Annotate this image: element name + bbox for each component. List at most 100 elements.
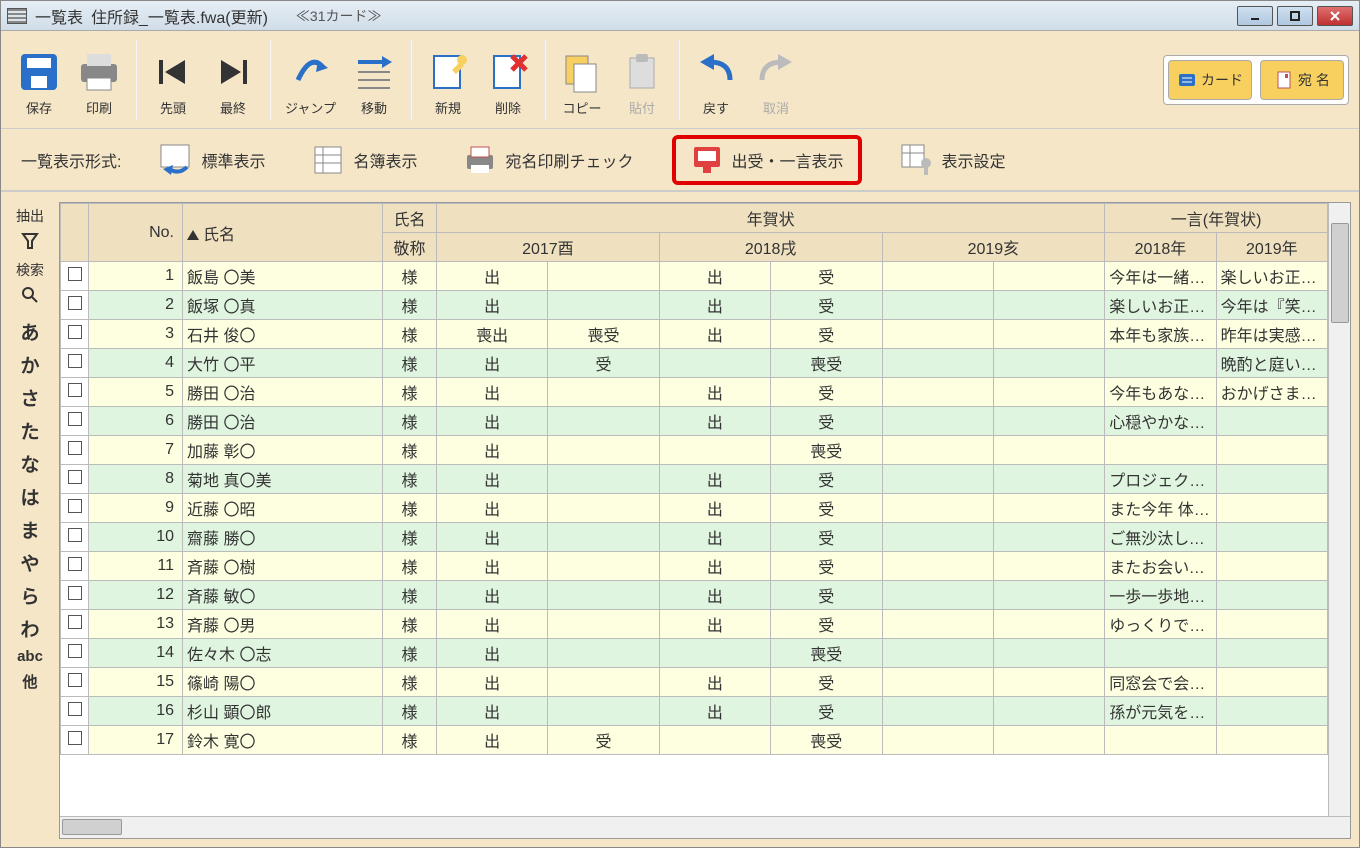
- table-row[interactable]: 14佐々木 〇志様出喪受: [61, 639, 1328, 668]
- table-row[interactable]: 9近藤 〇昭様出出受また今年 体重が増えま...: [61, 494, 1328, 523]
- col-2018[interactable]: 2018戌: [659, 233, 882, 262]
- save-icon: [17, 50, 61, 94]
- table-row[interactable]: 4大竹 〇平様出受喪受晩酌と庭いじりが最近の...: [61, 349, 1328, 378]
- filter-icon[interactable]: [21, 232, 39, 254]
- kana-ら[interactable]: ら: [20, 582, 39, 609]
- table-row[interactable]: 8菊地 真〇美様出出受プロジェクトの成功に向...: [61, 465, 1328, 494]
- redo-button[interactable]: 取消: [748, 39, 804, 121]
- col-name[interactable]: 氏名: [183, 204, 383, 262]
- row-check[interactable]: [61, 465, 89, 494]
- row-check[interactable]: [61, 320, 89, 349]
- table-row[interactable]: 5勝田 〇治様出出受今年もあなたらく、素敵...おかげさまで元気にして...: [61, 378, 1328, 407]
- horizontal-scrollbar[interactable]: [60, 816, 1350, 838]
- cell-name: 篠崎 陽〇: [183, 668, 383, 697]
- cell-no: 5: [89, 378, 183, 407]
- cell-2017-out: 出: [437, 465, 548, 494]
- standard-view-button[interactable]: 標準表示: [151, 139, 273, 181]
- table-row[interactable]: 7加藤 彰〇様出喪受: [61, 436, 1328, 465]
- row-check[interactable]: [61, 581, 89, 610]
- kana-あ[interactable]: あ: [20, 318, 39, 345]
- kana-か[interactable]: か: [20, 351, 39, 378]
- col-2019[interactable]: 2019亥: [882, 233, 1105, 262]
- col-2017[interactable]: 2017酉: [437, 233, 660, 262]
- table-row[interactable]: 6勝田 〇治様出出受心穏やかな一年をお過...: [61, 407, 1328, 436]
- card-tab[interactable]: カード: [1168, 60, 1252, 100]
- row-check[interactable]: [61, 697, 89, 726]
- paste-button[interactable]: 貼付: [614, 39, 670, 121]
- row-check[interactable]: [61, 668, 89, 697]
- row-check[interactable]: [61, 639, 89, 668]
- close-button[interactable]: [1317, 6, 1353, 26]
- table-row[interactable]: 16杉山 顕〇郎様出出受孫が元気をくれます お...: [61, 697, 1328, 726]
- kana-ま[interactable]: ま: [20, 516, 39, 543]
- row-check[interactable]: [61, 291, 89, 320]
- atena-check-button[interactable]: 宛名印刷チェック: [455, 139, 641, 181]
- print-button[interactable]: 印刷: [71, 39, 127, 121]
- cell-2019-out: [882, 378, 993, 407]
- table-row[interactable]: 17鈴木 寛〇様出受喪受: [61, 726, 1328, 755]
- search-icon[interactable]: [21, 286, 39, 308]
- row-check[interactable]: [61, 494, 89, 523]
- cell-comment-2019: [1216, 610, 1327, 639]
- col-hitokoto[interactable]: 一言(年賀状): [1105, 204, 1328, 233]
- table-row[interactable]: 12斉藤 敏〇様出出受一歩一歩地に足をつけ...: [61, 581, 1328, 610]
- row-check[interactable]: [61, 523, 89, 552]
- new-button[interactable]: 新規: [420, 39, 476, 121]
- col-nenga[interactable]: 年賀状: [437, 204, 1105, 233]
- kana-な[interactable]: な: [20, 450, 39, 477]
- kana-わ[interactable]: わ: [20, 615, 39, 642]
- save-button[interactable]: 保存: [11, 39, 67, 121]
- cell-name: 佐々木 〇志: [183, 639, 383, 668]
- table-row[interactable]: 15篠崎 陽〇様出出受同窓会で会えるのを楽...: [61, 668, 1328, 697]
- kana-さ[interactable]: さ: [20, 384, 39, 411]
- minimize-button[interactable]: [1237, 6, 1273, 26]
- cell-no: 13: [89, 610, 183, 639]
- display-settings-button[interactable]: 表示設定: [892, 139, 1014, 181]
- col-check[interactable]: [61, 204, 89, 262]
- col-c2019[interactable]: 2019年: [1216, 233, 1327, 262]
- table-row[interactable]: 1飯島 〇美様出出受今年は一緒にゴルフに...楽しいお正月をお過ごし...: [61, 262, 1328, 291]
- table-row[interactable]: 10齋藤 勝〇様出出受ご無沙汰しておりますが...: [61, 523, 1328, 552]
- abc-filter[interactable]: abc: [17, 648, 43, 665]
- delete-button[interactable]: 削除: [480, 39, 536, 121]
- table-row[interactable]: 2飯塚 〇真様出出受楽しいお正月をお過ごし...今年は『笑う』をテーマに...: [61, 291, 1328, 320]
- kana-や[interactable]: や: [20, 549, 39, 576]
- row-check[interactable]: [61, 610, 89, 639]
- search-label[interactable]: 検索: [16, 260, 44, 280]
- col-c2018[interactable]: 2018年: [1105, 233, 1216, 262]
- atena-tab[interactable]: 宛 名: [1260, 60, 1344, 100]
- copy-button[interactable]: コピー: [554, 39, 610, 121]
- undo-button[interactable]: 戻す: [688, 39, 744, 121]
- maximize-button[interactable]: [1277, 6, 1313, 26]
- jump-button[interactable]: ジャンプ: [279, 39, 342, 121]
- col-no[interactable]: No.: [89, 204, 183, 262]
- col-honor[interactable]: 敬称: [383, 233, 437, 262]
- row-check[interactable]: [61, 378, 89, 407]
- kana-は[interactable]: は: [20, 483, 39, 510]
- row-check[interactable]: [61, 407, 89, 436]
- row-check[interactable]: [61, 552, 89, 581]
- row-check[interactable]: [61, 726, 89, 755]
- other-filter[interactable]: 他: [22, 671, 37, 692]
- meibo-view-button[interactable]: 名簿表示: [303, 139, 425, 181]
- first-button[interactable]: 先頭: [145, 39, 201, 121]
- last-button[interactable]: 最終: [205, 39, 261, 121]
- cell-2019-in: [993, 581, 1104, 610]
- row-check[interactable]: [61, 349, 89, 378]
- table-row[interactable]: 13斉藤 〇男様出出受ゆっくりですが頑張ってい...: [61, 610, 1328, 639]
- deuke-view-button[interactable]: 出受・一言表示: [672, 135, 862, 185]
- kana-た[interactable]: た: [20, 417, 39, 444]
- cell-name: 菊地 真〇美: [183, 465, 383, 494]
- cell-2019-out: [882, 668, 993, 697]
- row-check[interactable]: [61, 436, 89, 465]
- table-row[interactable]: 3石井 俊〇様喪出喪受出受本年も家族ともどもよろ...昨年は実感のないまま...: [61, 320, 1328, 349]
- cell-comment-2018: [1105, 436, 1216, 465]
- left-sidebar: 抽出 検索 あかさたなはまやらわ abc 他: [1, 202, 59, 847]
- move-button[interactable]: 移動: [346, 39, 402, 121]
- vertical-scrollbar[interactable]: [1328, 203, 1350, 816]
- extract-label[interactable]: 抽出: [16, 206, 44, 226]
- last-icon: [211, 50, 255, 94]
- table-row[interactable]: 11斉藤 〇樹様出出受またお会いできるときを...: [61, 552, 1328, 581]
- row-check[interactable]: [61, 262, 89, 291]
- col-honor-top[interactable]: 氏名: [383, 204, 437, 233]
